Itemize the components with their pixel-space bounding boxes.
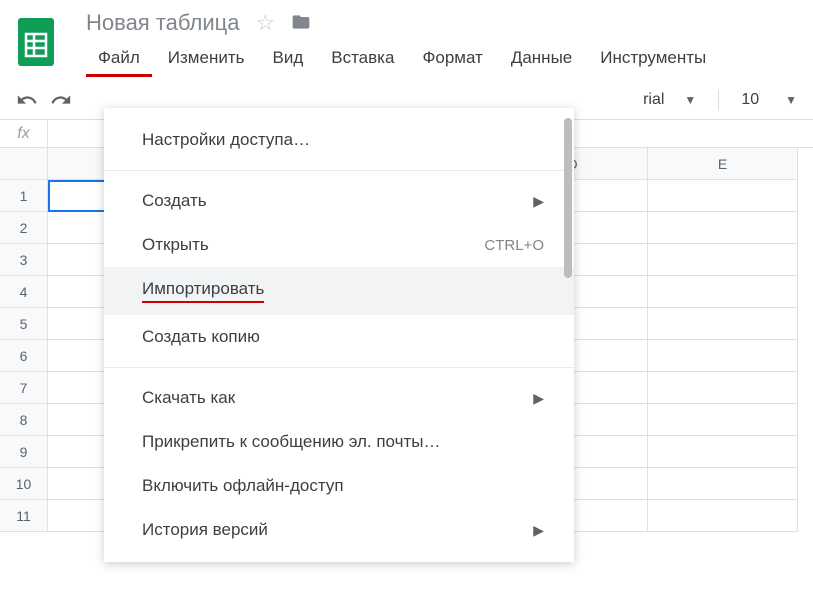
cell[interactable]	[648, 500, 798, 532]
sheets-logo-icon	[16, 16, 56, 68]
row-header[interactable]: 2	[0, 212, 48, 244]
menu-edit[interactable]: Изменить	[156, 42, 257, 77]
cell[interactable]	[648, 404, 798, 436]
menu-create[interactable]: Создать ▶	[104, 179, 574, 223]
divider	[718, 89, 719, 111]
chevron-right-icon: ▶	[533, 390, 544, 407]
cell[interactable]	[648, 276, 798, 308]
cell[interactable]	[648, 436, 798, 468]
menu-data[interactable]: Данные	[499, 42, 584, 77]
menu-email-attachment[interactable]: Прикрепить к сообщению эл. почты…	[104, 420, 574, 464]
row-header[interactable]: 10	[0, 468, 48, 500]
cell[interactable]	[648, 212, 798, 244]
font-name[interactable]: rial	[643, 91, 664, 109]
cell[interactable]	[648, 468, 798, 500]
menu-format[interactable]: Формат	[410, 42, 494, 77]
menu-share-settings[interactable]: Настройки доступа…	[104, 118, 574, 162]
menu-file[interactable]: Файл	[86, 42, 152, 77]
cell[interactable]	[648, 244, 798, 276]
row-header[interactable]: 3	[0, 244, 48, 276]
cell[interactable]	[648, 340, 798, 372]
star-icon[interactable]: ☆	[255, 10, 275, 36]
row-header[interactable]: 6	[0, 340, 48, 372]
col-header[interactable]: E	[648, 148, 798, 180]
shortcut-label: CTRL+O	[484, 237, 544, 254]
cell[interactable]	[648, 372, 798, 404]
menu-view[interactable]: Вид	[260, 42, 315, 77]
cell[interactable]	[648, 308, 798, 340]
cell[interactable]	[648, 180, 798, 212]
chevron-down-icon[interactable]: ▼	[684, 93, 696, 107]
chevron-down-icon[interactable]: ▼	[785, 93, 797, 107]
row-header[interactable]: 8	[0, 404, 48, 436]
document-title[interactable]: Новая таблица	[86, 10, 239, 36]
menubar: Файл Изменить Вид Вставка Формат Данные …	[86, 42, 813, 77]
row-header[interactable]: 4	[0, 276, 48, 308]
undo-icon[interactable]	[16, 89, 38, 111]
menu-offline-access[interactable]: Включить офлайн-доступ	[104, 464, 574, 508]
menu-download-as[interactable]: Скачать как ▶	[104, 376, 574, 420]
select-all-corner[interactable]	[0, 148, 48, 180]
folder-icon[interactable]	[291, 12, 311, 35]
menu-separator	[104, 367, 574, 368]
chevron-right-icon: ▶	[533, 522, 544, 539]
file-dropdown-menu: Настройки доступа… Создать ▶ Открыть CTR…	[104, 108, 574, 562]
row-header[interactable]: 9	[0, 436, 48, 468]
row-header[interactable]: 1	[0, 180, 48, 212]
chevron-right-icon: ▶	[533, 193, 544, 210]
font-size[interactable]: 10	[741, 91, 759, 109]
menu-tools[interactable]: Инструменты	[588, 42, 718, 77]
row-header[interactable]: 7	[0, 372, 48, 404]
scrollbar-thumb[interactable]	[564, 118, 572, 278]
menu-insert[interactable]: Вставка	[319, 42, 406, 77]
menu-version-history[interactable]: История версий ▶	[104, 508, 574, 552]
fx-label: fx	[0, 120, 48, 147]
menu-open[interactable]: Открыть CTRL+O	[104, 223, 574, 267]
menu-import[interactable]: Импортировать	[104, 267, 574, 315]
row-header[interactable]: 5	[0, 308, 48, 340]
redo-icon[interactable]	[50, 89, 72, 111]
menu-make-copy[interactable]: Создать копию	[104, 315, 574, 359]
menu-separator	[104, 170, 574, 171]
row-header[interactable]: 11	[0, 500, 48, 532]
